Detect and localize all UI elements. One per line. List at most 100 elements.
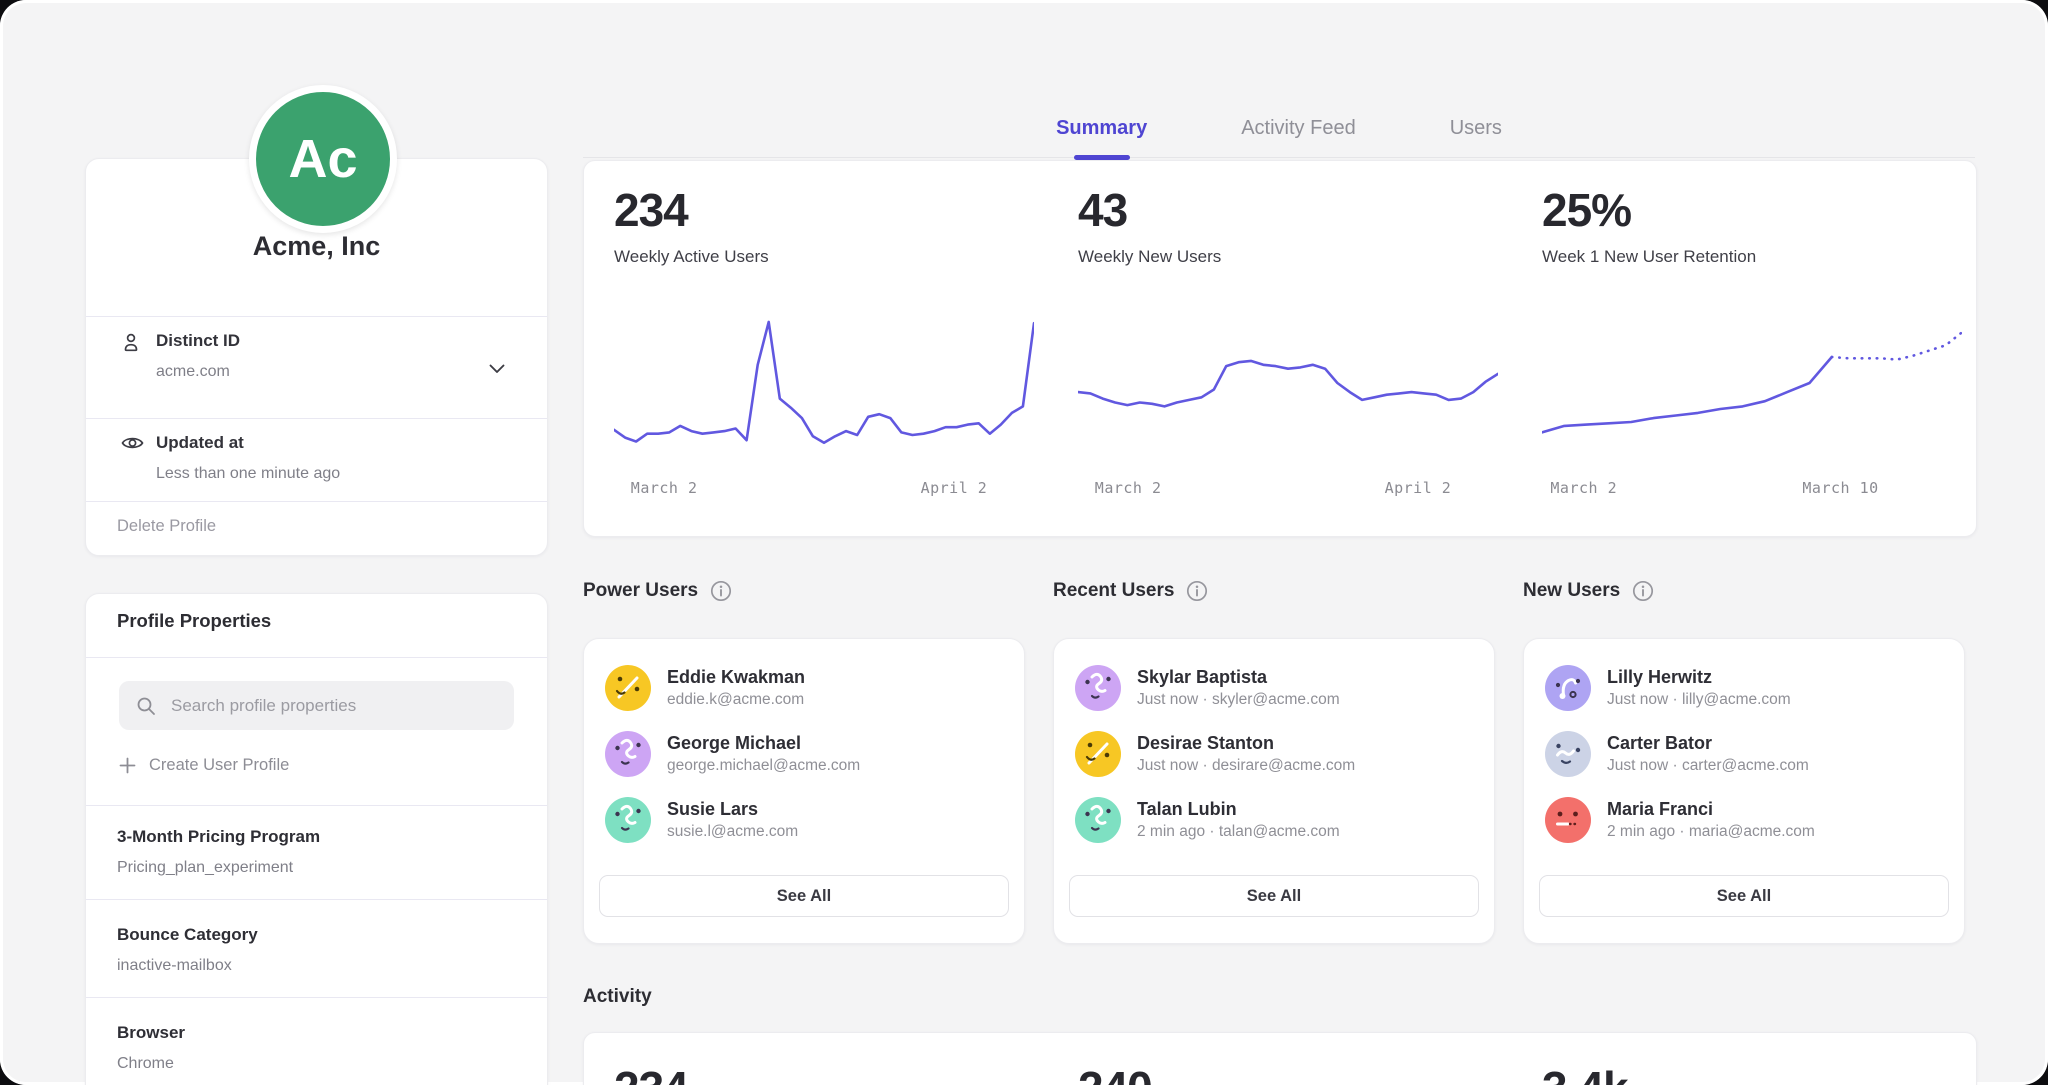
- divider: [86, 997, 547, 998]
- see-all-button[interactable]: See All: [1539, 875, 1949, 917]
- tab-summary[interactable]: Summary: [1056, 100, 1147, 157]
- user-row[interactable]: Desirae Stanton Just now · desirare@acme.…: [1075, 721, 1494, 787]
- face-squiggle-icon: [1075, 665, 1121, 711]
- user-name: Eddie Kwakman: [667, 667, 805, 688]
- user-name: Carter Bator: [1607, 733, 1809, 754]
- user-name: Lilly Herwitz: [1607, 667, 1791, 688]
- tab-activity-feed[interactable]: Activity Feed: [1241, 100, 1355, 157]
- property-value: Pricing_plan_experiment: [117, 859, 516, 877]
- activity-stats-card: 2342403.4k: [583, 1032, 1977, 1085]
- x-axis-tick: April 2: [1385, 479, 1452, 497]
- stat-label: Week 1 New User Retention: [1542, 247, 1756, 267]
- stat-value: 25%: [1542, 183, 1631, 237]
- property-row[interactable]: Browser Chrome: [117, 1023, 516, 1073]
- face-squiggle-icon: [605, 797, 651, 843]
- user-row[interactable]: Skylar BaptistaJust now · skyler@acme.co…: [1075, 655, 1494, 721]
- info-icon[interactable]: [710, 580, 732, 602]
- x-axis-tick: March 2: [631, 479, 698, 497]
- section-header-recent-users: Recent Users: [1053, 580, 1208, 602]
- user-row[interactable]: Lilly Herwitz Just now · lilly@acme.com: [1545, 655, 1964, 721]
- user-detail: george.michael@acme.com: [667, 757, 860, 775]
- activity-section-title: Activity: [583, 986, 652, 1008]
- user-name: George Michael: [667, 733, 860, 754]
- field-label: Updated at: [156, 433, 244, 453]
- stat-column: 43Weekly New UsersMarch 2April 2: [1048, 161, 1512, 536]
- eye-icon: [121, 434, 144, 457]
- profile-properties-search[interactable]: [119, 681, 514, 730]
- property-row[interactable]: 3-Month Pricing Program Pricing_plan_expe…: [117, 827, 516, 877]
- divider: [86, 805, 547, 806]
- info-icon[interactable]: [1632, 580, 1654, 602]
- section-title: Recent Users: [1053, 580, 1174, 602]
- section-title: New Users: [1523, 580, 1620, 602]
- user-detail: Just now · carter@acme.com: [1607, 757, 1809, 775]
- profile-tabs: Summary Activity Feed Users: [583, 100, 1975, 158]
- field-value: Less than one minute ago: [156, 465, 340, 483]
- user-detail: 2 min ago · maria@acme.com: [1607, 823, 1815, 841]
- search-icon: [136, 696, 156, 716]
- tab-users[interactable]: Users: [1450, 100, 1502, 157]
- property-row[interactable]: Bounce Categoryinactive-mailbox: [117, 925, 516, 975]
- stat-value: 43: [1078, 183, 1127, 237]
- company-avatar: Ac: [249, 85, 397, 233]
- user-row[interactable]: Carter Bator Just now · carter@acme.com: [1545, 721, 1964, 787]
- field-label: Distinct ID: [156, 331, 240, 351]
- user-name: Desirae Stanton: [1137, 733, 1355, 754]
- user-detail: Just now · lilly@acme.com: [1607, 691, 1791, 709]
- create-user-profile-label: Create User Profile: [149, 756, 289, 775]
- user-row[interactable]: George Michael george.michael@acme.com: [605, 721, 1024, 787]
- face-squiggle-icon: [1075, 797, 1121, 843]
- divider: [86, 657, 547, 658]
- x-axis-tick: March 10: [1802, 479, 1878, 497]
- delete-profile-button[interactable]: Delete Profile: [117, 517, 216, 536]
- user-row[interactable]: Susie Lars susie.l@acme.com: [605, 787, 1024, 853]
- profile-properties-card: Profile Properties Create User Profile 3…: [85, 593, 548, 1085]
- property-name: Browser: [117, 1023, 516, 1043]
- user-name: Susie Lars: [667, 799, 798, 820]
- summary-stats-card: 234 Weekly Active Users March 2 April 2 43 We…: [583, 160, 1977, 537]
- stat-label: Weekly Active Users: [614, 247, 769, 267]
- chevron-down-icon[interactable]: [489, 364, 505, 374]
- see-all-button[interactable]: See All: [599, 875, 1009, 917]
- stat-column: 25% Week 1 New User Retention March 2 March…: [1512, 161, 1976, 536]
- new-users-card: Lilly Herwitz Just now · lilly@acme.com Ca…: [1523, 638, 1965, 944]
- activity-stat-value: 3.4k: [1542, 1061, 1628, 1085]
- company-profile-page: Ac Acme, Inc Distinct IDacme.comUpdated …: [0, 0, 2048, 1085]
- divider: [86, 418, 547, 419]
- company-field-row[interactable]: Updated at Less than one minute ago: [86, 418, 547, 520]
- create-user-profile-button[interactable]: Create User Profile: [119, 756, 289, 775]
- section-header-power-users: Power Users: [583, 580, 732, 602]
- stat-value: 234: [614, 183, 688, 237]
- face-wave-icon: [1545, 731, 1591, 777]
- user-detail: susie.l@acme.com: [667, 823, 798, 841]
- power-users-card: Eddie Kwakman eddie.k@acme.com George Mich…: [583, 638, 1025, 944]
- line-chart: [614, 311, 1034, 451]
- plus-icon: [119, 757, 136, 774]
- user-row[interactable]: Talan Lubin 2 min ago · talan@acme.com: [1075, 787, 1494, 853]
- user-name: Talan Lubin: [1137, 799, 1340, 820]
- user-name: Maria Franci: [1607, 799, 1815, 820]
- user-detail: 2 min ago · talan@acme.com: [1137, 823, 1340, 841]
- search-input[interactable]: [169, 695, 514, 717]
- section-header-new-users: New Users: [1523, 580, 1654, 602]
- user-detail: Just now · skyler@acme.com: [1137, 691, 1340, 709]
- activity-stat-value: 240: [1078, 1061, 1152, 1085]
- x-axis-tick: March 2: [1550, 479, 1617, 497]
- company-field-row[interactable]: Distinct ID acme.com: [86, 316, 547, 418]
- line-chart: [1078, 311, 1498, 451]
- recent-users-card: Skylar BaptistaJust now · skyler@acme.co…: [1053, 638, 1495, 944]
- property-value: inactive-mailbox: [117, 957, 516, 975]
- face-slash-icon: [1075, 731, 1121, 777]
- user-row[interactable]: Eddie Kwakman eddie.k@acme.com: [605, 655, 1024, 721]
- line-chart: [1542, 311, 1962, 451]
- property-value: Chrome: [117, 1055, 516, 1073]
- user-row[interactable]: Maria Franci 2 min ago · maria@acme.com: [1545, 787, 1964, 853]
- info-icon[interactable]: [1186, 580, 1208, 602]
- property-name: 3-Month Pricing Program: [117, 827, 516, 847]
- user-detail: Just now · desirare@acme.com: [1137, 757, 1355, 775]
- field-value: acme.com: [156, 363, 230, 381]
- x-axis-tick: March 2: [1095, 479, 1162, 497]
- see-all-button[interactable]: See All: [1069, 875, 1479, 917]
- user-detail: eddie.k@acme.com: [667, 691, 805, 709]
- section-title: Power Users: [583, 580, 698, 602]
